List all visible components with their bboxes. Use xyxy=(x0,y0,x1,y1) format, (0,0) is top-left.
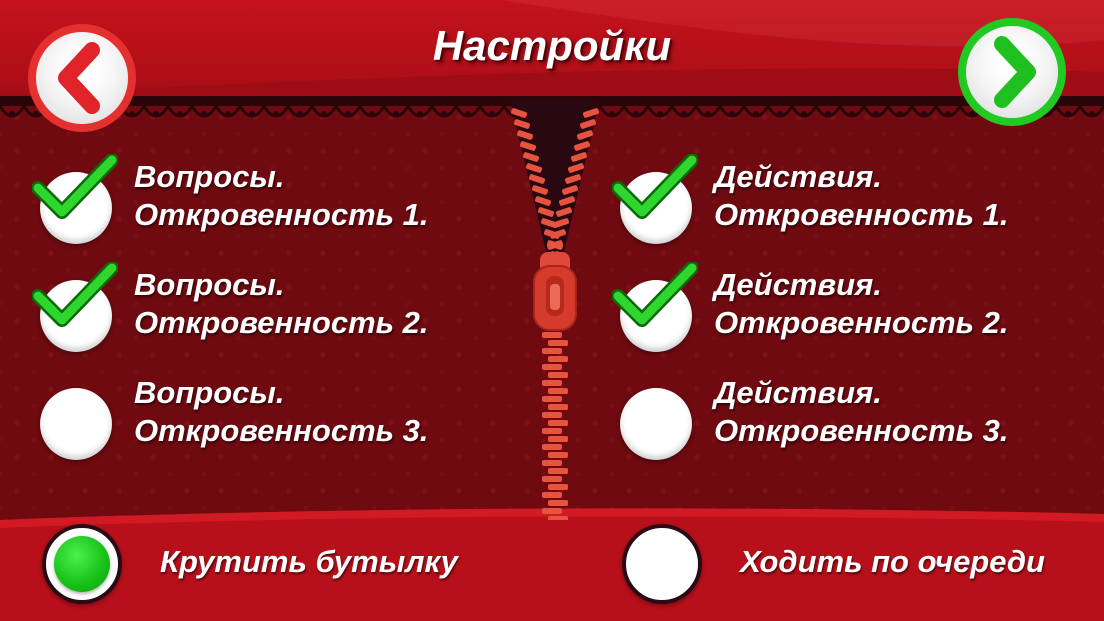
mode-label: Крутить бутылку xyxy=(160,544,458,579)
option-questions-2[interactable]: Вопросы. Откровенность 2. xyxy=(32,262,500,366)
next-button[interactable] xyxy=(956,16,1068,128)
option-label: Действия. Откровенность 3. xyxy=(714,375,1009,448)
option-label: Действия. Откровенность 1. xyxy=(714,159,1009,232)
zipper-decoration xyxy=(510,100,600,520)
option-actions-1[interactable]: Действия. Откровенность 1. xyxy=(612,154,1080,258)
option-questions-3[interactable]: Вопросы. Откровенность 3. xyxy=(40,374,500,474)
option-questions-1[interactable]: Вопросы. Откровенность 1. xyxy=(32,154,500,258)
checkbox[interactable] xyxy=(40,388,112,460)
option-label: Вопросы. Откровенность 1. xyxy=(134,159,429,232)
back-button[interactable] xyxy=(26,22,138,134)
chevron-left-icon xyxy=(28,24,136,132)
radio-button[interactable] xyxy=(622,524,702,604)
radio-selected-dot xyxy=(54,536,110,592)
option-actions-3[interactable]: Действия. Откровенность 3. xyxy=(620,374,1080,474)
chevron-right-icon xyxy=(958,18,1066,126)
checkmark-icon xyxy=(32,262,118,327)
checkmark-icon xyxy=(612,154,698,219)
option-label: Действия. Откровенность 2. xyxy=(714,267,1009,340)
radio-button[interactable] xyxy=(42,524,122,604)
mode-label: Ходить по очереди xyxy=(740,544,1045,579)
checkmark-icon xyxy=(612,262,698,327)
page-title: Настройки xyxy=(432,22,672,69)
option-label: Вопросы. Откровенность 2. xyxy=(134,267,429,340)
checkmark-icon xyxy=(32,154,118,219)
option-actions-2[interactable]: Действия. Откровенность 2. xyxy=(612,262,1080,366)
mode-take-turns[interactable]: Ходить по очереди xyxy=(622,524,1082,604)
mode-spin-bottle[interactable]: Крутить бутылку xyxy=(42,524,472,604)
checkbox[interactable] xyxy=(620,388,692,460)
option-label: Вопросы. Откровенность 3. xyxy=(134,375,429,448)
zipper-pull xyxy=(533,252,577,331)
